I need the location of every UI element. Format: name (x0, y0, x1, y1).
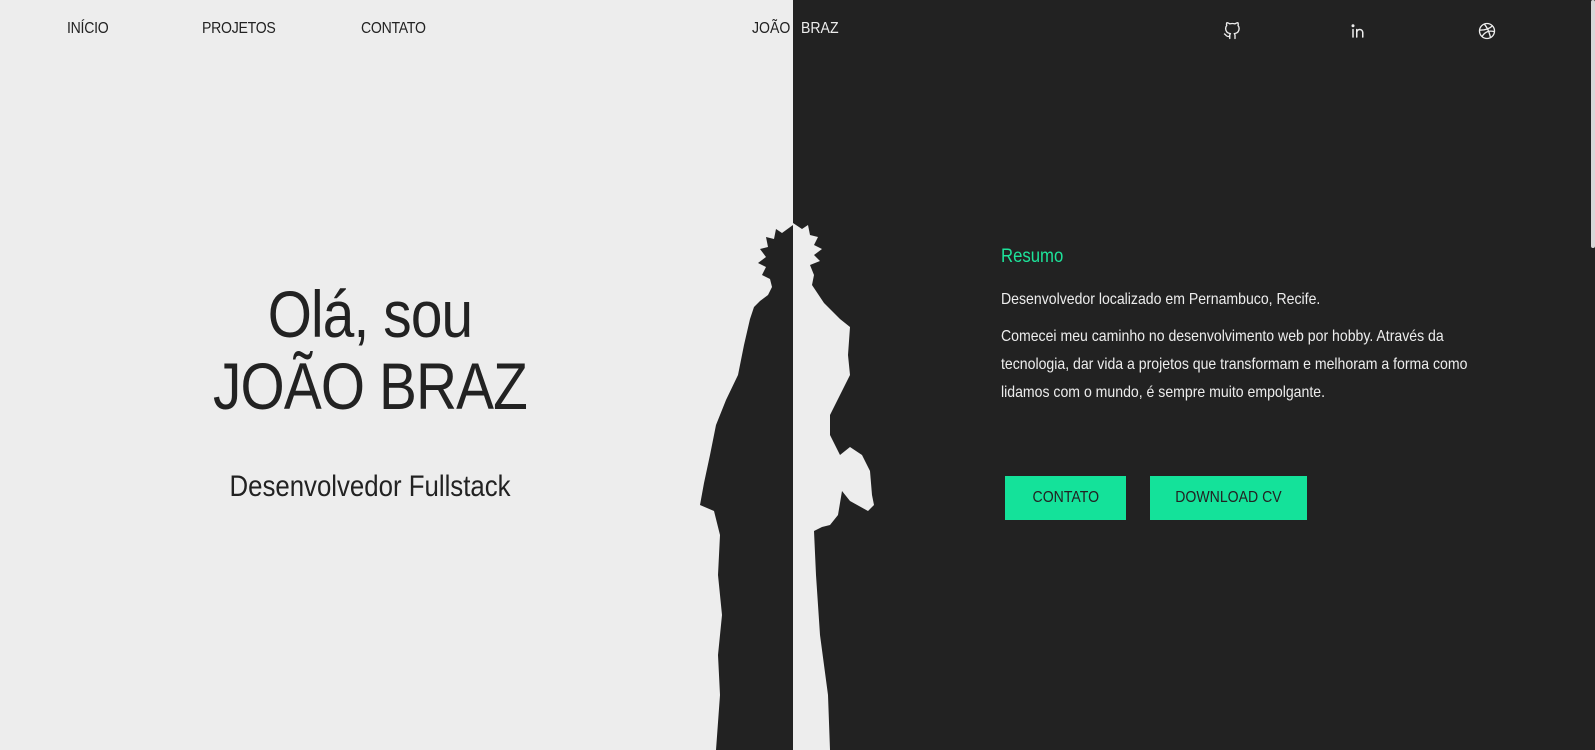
download-cv-button[interactable]: DOWNLOAD CV (1150, 476, 1307, 520)
contact-button[interactable]: CONTATO (1005, 476, 1126, 520)
download-cv-button-label: DOWNLOAD CV (1175, 489, 1282, 506)
nav-item-inicio[interactable]: INÍCIO (67, 20, 109, 38)
dribbble-icon[interactable] (1476, 20, 1498, 42)
summary-title: Resumo (1001, 246, 1064, 267)
github-icon[interactable] (1221, 20, 1243, 42)
contact-button-label: CONTATO (1032, 489, 1099, 506)
hero-greeting: Olá, sou (267, 277, 473, 351)
nav-item-projetos[interactable]: PROJETOS (202, 20, 276, 38)
brand-last-name: BRAZ (801, 20, 839, 37)
hero-name: JOÃO BRAZ (213, 349, 528, 423)
character-silhouette-image (700, 223, 874, 750)
brand-first-name: JOÃO (752, 20, 791, 37)
summary-location: Desenvolvedor localizado em Pernambuco, … (1001, 291, 1321, 308)
linkedin-icon[interactable] (1348, 20, 1370, 42)
nav-item-contato[interactable]: CONTATO (361, 20, 426, 38)
scrollbar[interactable] (1591, 0, 1595, 248)
hero-role: Desenvolvedor Fullstack (229, 470, 511, 503)
summary-paragraph: Comecei meu caminho no desenvolvimento w… (1001, 328, 1468, 401)
